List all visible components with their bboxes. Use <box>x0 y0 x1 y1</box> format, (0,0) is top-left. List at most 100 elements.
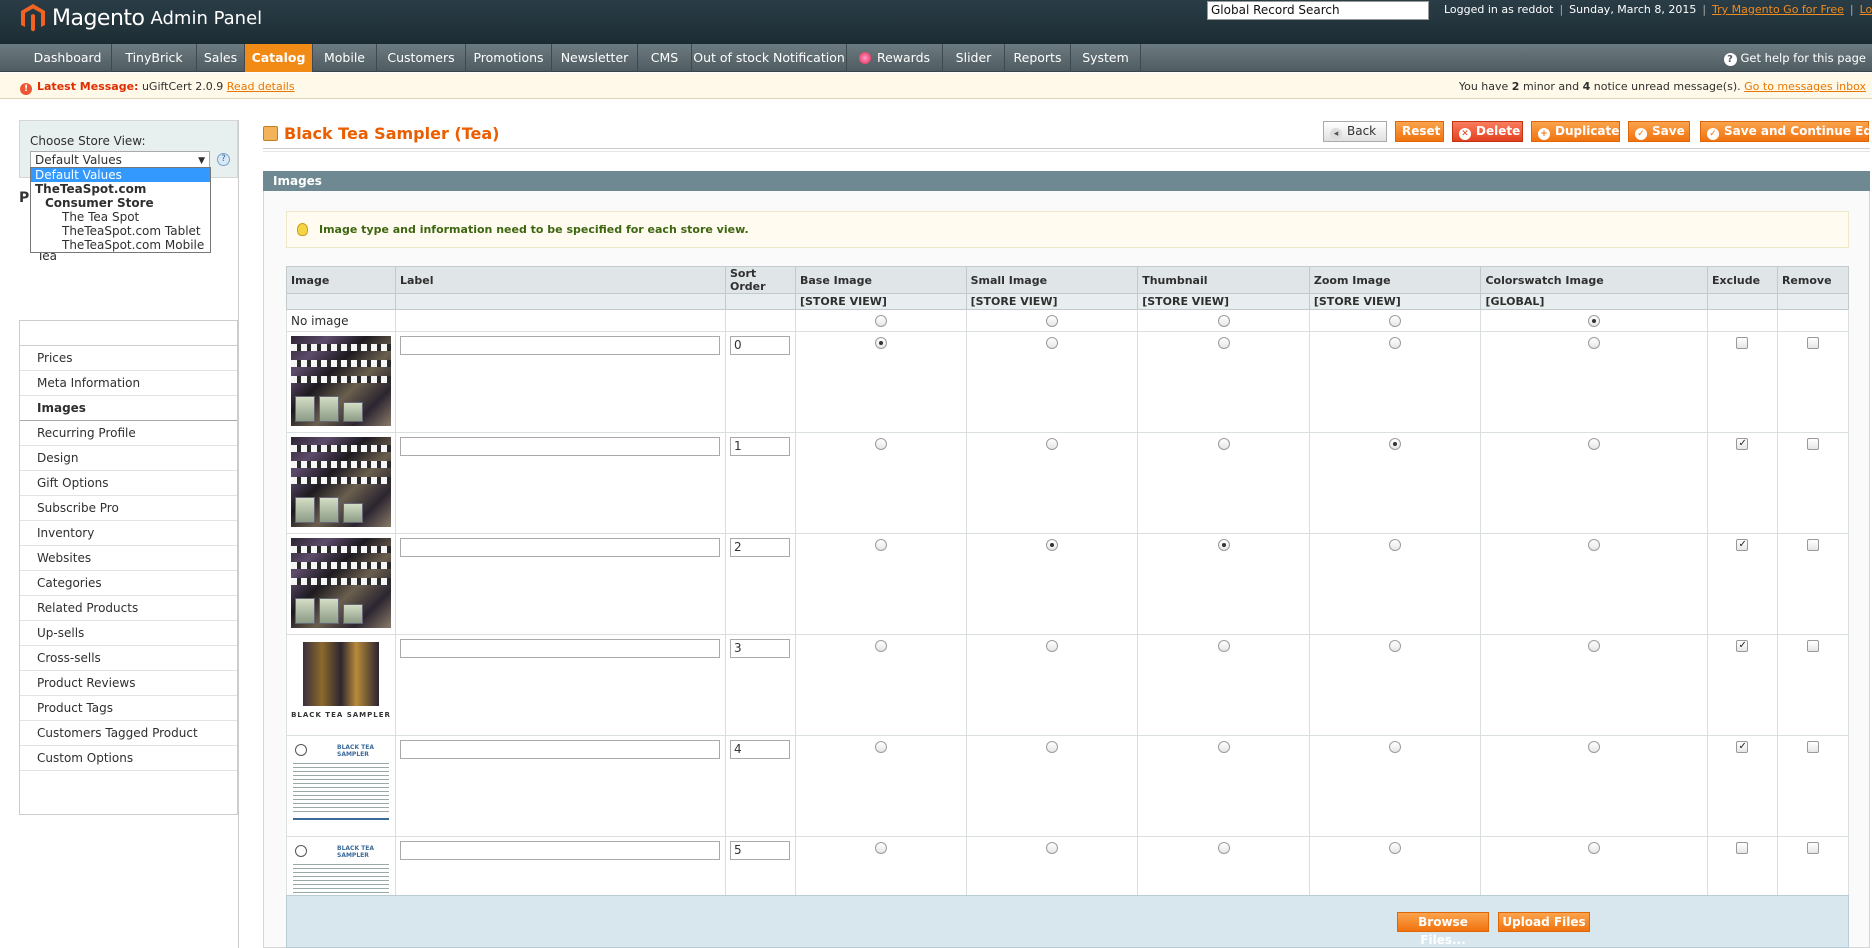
thumbnail-radio[interactable] <box>1217 438 1230 450</box>
nav-customers[interactable]: Customers <box>377 44 466 72</box>
no-image-thumbnail-radio[interactable] <box>1217 314 1230 327</box>
read-details-link[interactable]: Read details <box>227 80 295 93</box>
help-link[interactable]: ? Get help for this page <box>1723 51 1866 66</box>
remove-checkbox[interactable] <box>1806 438 1819 450</box>
store-option-tea-spot[interactable]: The Tea Spot <box>31 210 210 224</box>
nav-sales[interactable]: Sales <box>197 44 245 72</box>
image-label-input[interactable] <box>400 639 720 658</box>
tab-categories[interactable]: Categories <box>20 571 237 596</box>
save-button[interactable]: ✓ Save <box>1628 121 1690 142</box>
remove-checkbox[interactable] <box>1806 741 1819 753</box>
nav-dashboard[interactable]: Dashboard <box>24 44 112 72</box>
nav-promotions[interactable]: Promotions <box>466 44 552 72</box>
store-help-icon[interactable]: ? <box>217 153 230 166</box>
tab-inventory[interactable]: Inventory <box>20 521 237 546</box>
base-image-radio[interactable] <box>874 741 887 753</box>
messages-inbox-link[interactable]: Go to messages inbox <box>1744 80 1866 93</box>
logout-link[interactable]: Log Out <box>1860 3 1872 16</box>
magento-logo[interactable]: Magento Admin Panel <box>20 3 262 33</box>
tab-recurring-profile[interactable]: Recurring Profile <box>20 421 237 446</box>
small-image-radio[interactable] <box>1045 842 1058 854</box>
back-button[interactable]: ◂ Back <box>1323 121 1387 142</box>
thumbnail-radio[interactable] <box>1217 640 1230 652</box>
colorswatch-image-radio[interactable] <box>1588 438 1601 450</box>
tab-up-sells[interactable]: Up-sells <box>20 621 237 646</box>
nav-reports[interactable]: Reports <box>1005 44 1071 72</box>
no-image-small-radio[interactable] <box>1045 314 1058 327</box>
image-label-input[interactable] <box>400 437 720 456</box>
no-image-colorswatch-radio[interactable] <box>1588 314 1601 327</box>
tab-subscribe-pro[interactable]: Subscribe Pro <box>20 496 237 521</box>
tab-prices[interactable]: Prices <box>20 346 237 371</box>
zoom-image-radio[interactable] <box>1389 741 1402 753</box>
thumbnail-radio[interactable] <box>1217 842 1230 854</box>
store-option-mobile[interactable]: TheTeaSpot.com Mobile <box>31 238 210 252</box>
remove-checkbox[interactable] <box>1806 640 1819 652</box>
exclude-checkbox[interactable] <box>1736 539 1749 551</box>
thumbnail-radio[interactable] <box>1217 337 1230 349</box>
tab-cross-sells[interactable]: Cross-sells <box>20 646 237 671</box>
zoom-image-radio[interactable] <box>1389 539 1402 551</box>
tab-images[interactable]: Images <box>20 396 237 421</box>
remove-checkbox[interactable] <box>1806 842 1819 854</box>
zoom-image-radio[interactable] <box>1389 438 1402 450</box>
exclude-checkbox[interactable] <box>1736 337 1749 349</box>
store-view-dropdown[interactable]: Default Values TheTeaSpot.com Consumer S… <box>30 167 211 253</box>
nav-system[interactable]: System <box>1071 44 1141 72</box>
tab-general[interactable] <box>20 321 237 346</box>
small-image-radio[interactable] <box>1045 438 1058 450</box>
image-label-input[interactable] <box>400 841 720 860</box>
reset-button[interactable]: Reset <box>1395 121 1444 142</box>
tab-custom-options[interactable]: Custom Options <box>20 746 237 771</box>
exclude-checkbox[interactable] <box>1736 741 1749 753</box>
sort-order-input[interactable]: 4 <box>729 740 790 759</box>
base-image-radio[interactable] <box>874 337 887 349</box>
nav-rewards[interactable]: Rewards <box>847 44 943 72</box>
browse-files-button[interactable]: Browse Files... <box>1397 912 1489 947</box>
tab-customers-tagged-product[interactable]: Customers Tagged Product <box>20 721 237 746</box>
small-image-radio[interactable] <box>1045 741 1058 753</box>
image-label-input[interactable] <box>400 336 720 355</box>
zoom-image-radio[interactable] <box>1389 640 1402 652</box>
nav-out-of-stock[interactable]: Out of stock Notification <box>692 44 847 72</box>
nav-slider[interactable]: Slider <box>943 44 1005 72</box>
small-image-radio[interactable] <box>1045 539 1058 551</box>
colorswatch-image-radio[interactable] <box>1588 640 1601 652</box>
small-image-radio[interactable] <box>1045 640 1058 652</box>
sort-order-input[interactable]: 2 <box>729 538 790 557</box>
sort-order-input[interactable]: 5 <box>729 841 790 860</box>
zoom-image-radio[interactable] <box>1389 842 1402 854</box>
thumbnail-radio[interactable] <box>1217 539 1230 551</box>
duplicate-button[interactable]: + Duplicate <box>1531 121 1620 142</box>
sort-order-input[interactable]: 3 <box>729 639 790 658</box>
exclude-checkbox[interactable] <box>1736 640 1749 652</box>
image-label-input[interactable] <box>400 538 720 557</box>
tab-product-reviews[interactable]: Product Reviews <box>20 671 237 696</box>
no-image-zoom-radio[interactable] <box>1389 314 1402 327</box>
colorswatch-image-radio[interactable] <box>1588 539 1601 551</box>
image-label-input[interactable] <box>400 740 720 759</box>
nav-mobile[interactable]: Mobile <box>313 44 377 72</box>
exclude-checkbox[interactable] <box>1736 842 1749 854</box>
thumbnail-radio[interactable] <box>1217 741 1230 753</box>
tab-gift-options[interactable]: Gift Options <box>20 471 237 496</box>
nav-cms[interactable]: CMS <box>638 44 692 72</box>
base-image-radio[interactable] <box>874 539 887 551</box>
nav-newsletter[interactable]: Newsletter <box>552 44 638 72</box>
tab-websites[interactable]: Websites <box>20 546 237 571</box>
remove-checkbox[interactable] <box>1806 337 1819 349</box>
upload-files-button[interactable]: Upload Files <box>1498 912 1590 932</box>
store-option-default[interactable]: Default Values <box>31 168 210 182</box>
tab-product-tags[interactable]: Product Tags <box>20 696 237 721</box>
colorswatch-image-radio[interactable] <box>1588 741 1601 753</box>
tab-design[interactable]: Design <box>20 446 237 471</box>
global-record-search-input[interactable]: Global Record Search <box>1207 1 1429 20</box>
no-image-base-radio[interactable] <box>874 314 887 327</box>
delete-button[interactable]: ✕ Delete <box>1452 121 1523 142</box>
base-image-radio[interactable] <box>874 438 887 450</box>
sort-order-input[interactable]: 0 <box>729 336 790 355</box>
tab-related-products[interactable]: Related Products <box>20 596 237 621</box>
colorswatch-image-radio[interactable] <box>1588 842 1601 854</box>
store-option-tablet[interactable]: TheTeaSpot.com Tablet <box>31 224 210 238</box>
zoom-image-radio[interactable] <box>1389 337 1402 349</box>
